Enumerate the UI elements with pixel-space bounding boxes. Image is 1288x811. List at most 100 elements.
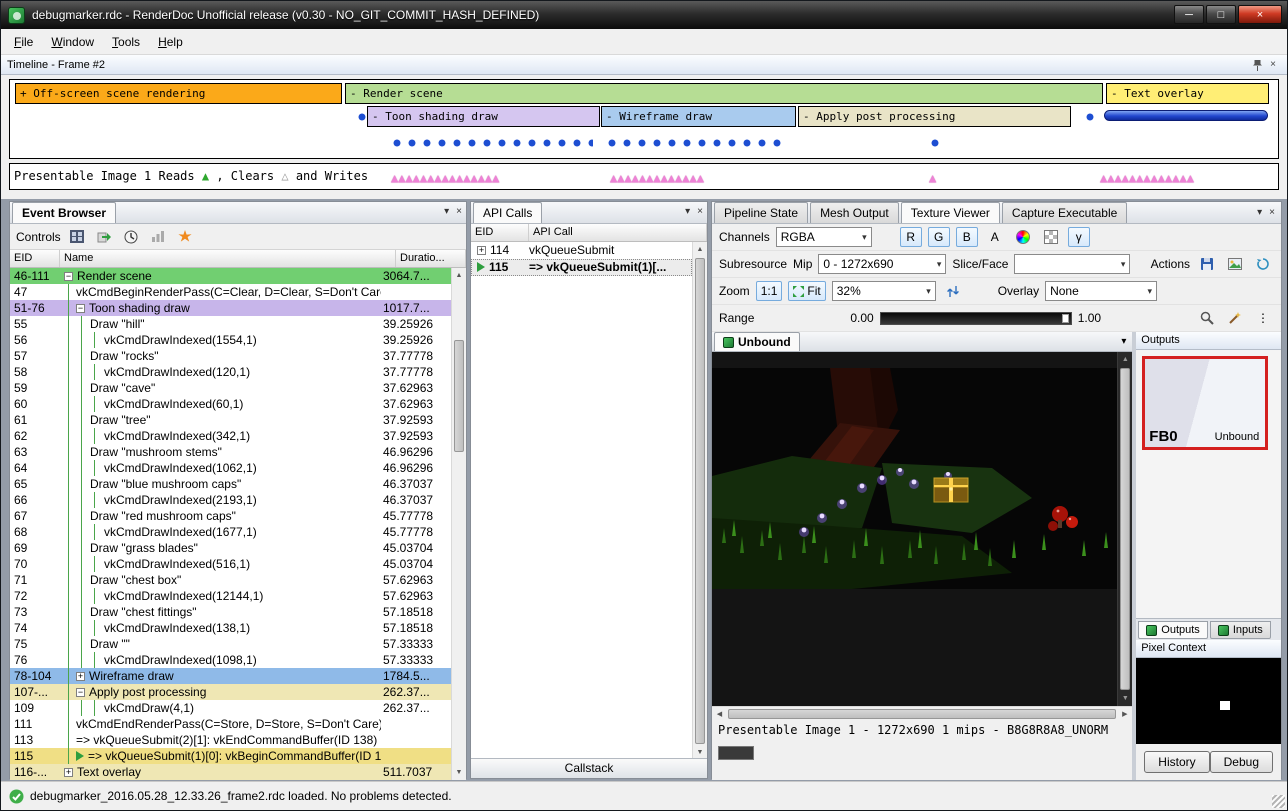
open-image-icon[interactable] <box>1224 254 1246 274</box>
timeline-close-icon[interactable]: × <box>1265 58 1281 72</box>
callstack-bar[interactable]: Callstack <box>471 758 707 778</box>
event-row[interactable]: 58 vkCmdDrawIndexed(120,1) 37.77778 <box>10 364 451 380</box>
channels-select[interactable]: RGBA ▾ <box>776 227 872 247</box>
event-row[interactable]: 76 vkCmdDrawIndexed(1098,1) 57.33333 <box>10 652 451 668</box>
right-panel-tab[interactable]: Pipeline State <box>714 202 808 223</box>
scrollbar-thumb[interactable] <box>1120 368 1130 690</box>
right-panel-tab[interactable]: Capture Executable <box>1002 202 1127 223</box>
event-row[interactable]: 67 Draw "red mushroom caps" 45.77778 <box>10 508 451 524</box>
menu-item[interactable]: Tools <box>103 30 149 54</box>
menu-item[interactable]: Help <box>149 30 192 54</box>
checkerboard-background-icon[interactable] <box>1040 227 1062 247</box>
event-row[interactable]: 65 Draw "blue mushroom caps" 46.37037 <box>10 476 451 492</box>
columns-icon[interactable] <box>66 227 88 247</box>
event-row[interactable]: 78-104 Wireframe draw 1784.5... <box>10 668 451 684</box>
zoom-percent-input[interactable]: 32% ▾ <box>832 281 936 301</box>
zoom-fit-button[interactable]: Fit <box>788 281 825 301</box>
scroll-left-icon[interactable]: ◀ <box>712 707 727 721</box>
range-handle[interactable] <box>1062 314 1069 323</box>
event-row[interactable]: 72 vkCmdDrawIndexed(12144,1) 57.62963 <box>10 588 451 604</box>
save-icon[interactable] <box>1196 254 1218 274</box>
history-button[interactable]: History <box>1144 751 1209 773</box>
event-row[interactable]: 63 Draw "mushroom stems" 46.96296 <box>10 444 451 460</box>
scrollbar-thumb[interactable] <box>454 340 464 452</box>
pixel-context-view[interactable] <box>1136 658 1281 744</box>
range-slider[interactable] <box>880 312 1072 325</box>
scroll-right-icon[interactable]: ▶ <box>1117 707 1132 721</box>
expander-icon[interactable] <box>64 272 73 281</box>
event-row[interactable]: 56 vkCmdDrawIndexed(1554,1) 39.25926 <box>10 332 451 348</box>
tab-current-texture[interactable]: Unbound <box>714 332 800 351</box>
time-draws-clock-icon[interactable] <box>120 227 142 247</box>
column-eid[interactable]: EID <box>10 250 60 267</box>
event-row[interactable]: 60 vkCmdDrawIndexed(60,1) 37.62963 <box>10 396 451 412</box>
stats-icon[interactable] <box>147 227 169 247</box>
event-row[interactable]: 109 vkCmdDraw(4,1) 262.37... <box>10 700 451 716</box>
panel-close-icon[interactable]: × <box>1269 207 1275 218</box>
timeline-marker-bar[interactable]: - Toon shading draw <box>367 106 600 127</box>
event-row[interactable]: 70 vkCmdDrawIndexed(516,1) 45.03704 <box>10 556 451 572</box>
overlay-select[interactable]: None ▾ <box>1045 281 1157 301</box>
api-call-row[interactable]: 115 => vkQueueSubmit(1)[... <box>471 259 692 276</box>
event-row[interactable]: 69 Draw "grass blades" 45.03704 <box>10 540 451 556</box>
texture-horizontal-scrollbar[interactable]: ◀ ▶ <box>712 706 1132 720</box>
range-options-icon[interactable]: ⋮ <box>1252 308 1274 328</box>
event-browser-scrollbar[interactable]: ▲ ▼ <box>451 268 466 780</box>
minimize-button[interactable]: ─ <box>1174 5 1204 24</box>
event-row[interactable]: 75 Draw "" 57.33333 <box>10 636 451 652</box>
panel-menu-icon[interactable]: ▾ <box>444 206 449 217</box>
side-tab[interactable]: Outputs <box>1138 621 1208 639</box>
zoom-1to1-button[interactable]: 1:1 <box>756 281 783 301</box>
color-wheel-icon[interactable] <box>1012 227 1034 247</box>
close-button[interactable]: × <box>1238 5 1282 24</box>
texture-list-dropdown-icon[interactable]: ▾ <box>1121 336 1126 347</box>
column-duration[interactable]: Duratio... <box>396 250 466 267</box>
panel-menu-icon[interactable]: ▾ <box>1257 207 1262 218</box>
event-row[interactable]: 46-111 Render scene 3064.7... <box>10 268 451 284</box>
timeline-marker-bar[interactable]: - Text overlay <box>1106 83 1269 104</box>
column-api-call[interactable]: API Call <box>529 224 707 241</box>
column-name[interactable]: Name <box>60 250 396 267</box>
scroll-up-icon[interactable]: ▲ <box>1118 352 1132 367</box>
expander-icon[interactable] <box>64 768 73 777</box>
event-row[interactable]: 68 vkCmdDrawIndexed(1677,1) 45.77778 <box>10 524 451 540</box>
refresh-icon[interactable] <box>1252 254 1274 274</box>
expander-icon[interactable] <box>477 246 486 255</box>
tab-api-calls[interactable]: API Calls <box>473 202 542 223</box>
api-calls-scrollbar[interactable]: ▲ ▼ <box>692 242 707 760</box>
zoom-range-magnifier-icon[interactable] <box>1196 308 1218 328</box>
event-row[interactable]: 74 vkCmdDrawIndexed(138,1) 57.18518 <box>10 620 451 636</box>
scrollbar-thumb[interactable] <box>728 709 1116 719</box>
event-row[interactable]: 107-... Apply post processing 262.37... <box>10 684 451 700</box>
panel-close-icon[interactable]: × <box>456 206 462 217</box>
event-row[interactable]: 66 vkCmdDrawIndexed(2193,1) 46.37037 <box>10 492 451 508</box>
event-row[interactable]: 57 Draw "rocks" 37.77778 <box>10 348 451 364</box>
menu-item[interactable]: File <box>5 30 42 54</box>
event-row[interactable]: 47 vkCmdBeginRenderPass(C=Clear, D=Clear… <box>10 284 451 300</box>
timeline-marker-bar[interactable]: - Apply post processing <box>798 106 1071 127</box>
event-row[interactable]: 61 Draw "tree" 37.92593 <box>10 412 451 428</box>
event-row[interactable]: 59 Draw "cave" 37.62963 <box>10 380 451 396</box>
timeline-marker-bar[interactable]: - Render scene <box>345 83 1103 104</box>
panel-close-icon[interactable]: × <box>697 206 703 217</box>
autofit-wand-icon[interactable] <box>1224 308 1246 328</box>
event-row[interactable]: 71 Draw "chest box" 57.62963 <box>10 572 451 588</box>
expander-icon[interactable] <box>76 304 85 313</box>
slice-face-select[interactable]: ▾ <box>1014 254 1130 274</box>
channel-green-toggle[interactable]: G <box>928 227 950 247</box>
timeline-track[interactable]: + Off-screen scene rendering - Render sc… <box>9 79 1279 159</box>
event-row[interactable]: 73 Draw "chest fittings" 57.18518 <box>10 604 451 620</box>
tab-event-browser[interactable]: Event Browser <box>12 202 116 223</box>
texture-vertical-scrollbar[interactable]: ▲ ▼ <box>1117 352 1132 706</box>
panel-menu-icon[interactable]: ▾ <box>685 206 690 217</box>
event-row[interactable]: 116-... Text overlay 511.7037 <box>10 764 451 780</box>
flip-y-icon[interactable] <box>942 281 964 301</box>
event-row[interactable]: 115 => vkQueueSubmit(1)[0]: vkBeginComma… <box>10 748 451 764</box>
scrollbar-thumb[interactable] <box>695 258 705 744</box>
range-min-value[interactable]: 0.00 <box>850 311 873 325</box>
column-eid[interactable]: EID <box>471 224 529 241</box>
timeline-marker-bar[interactable]: + Off-screen scene rendering <box>15 83 342 104</box>
event-row[interactable]: 64 vkCmdDrawIndexed(1062,1) 46.96296 <box>10 460 451 476</box>
scroll-down-icon[interactable]: ▼ <box>1118 691 1132 706</box>
side-tab[interactable]: Inputs <box>1210 621 1271 639</box>
